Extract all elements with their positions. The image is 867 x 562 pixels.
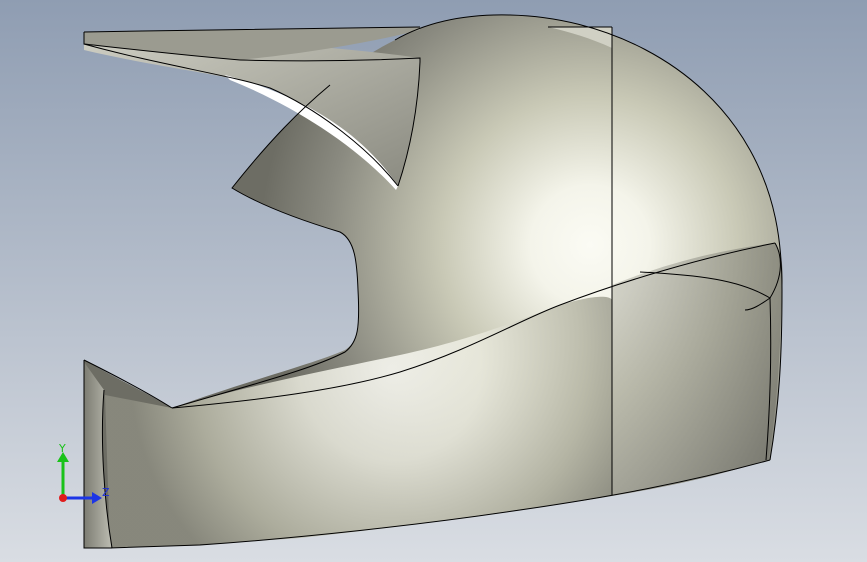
3d-graphics-viewport[interactable]: Y Z (0, 0, 867, 562)
coordinate-triad: Y Z (52, 440, 112, 510)
rear-panel (612, 243, 783, 495)
helmet-model[interactable] (0, 0, 867, 562)
z-axis-arrowhead (92, 492, 102, 504)
y-axis-label: Y (59, 442, 66, 455)
x-axis-dot (59, 494, 67, 502)
z-axis-label: Z (102, 486, 110, 499)
